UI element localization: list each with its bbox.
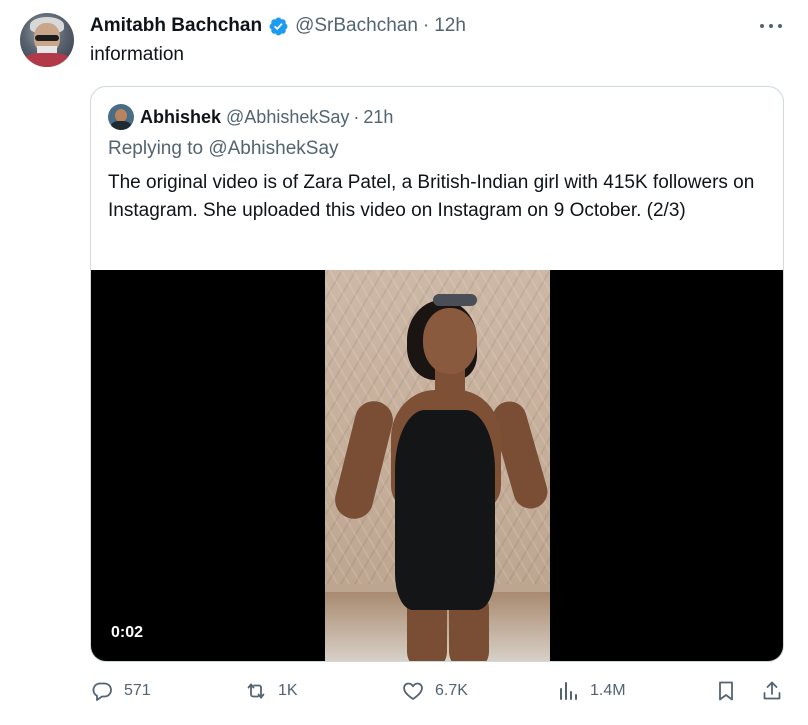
more-icon[interactable]	[760, 17, 782, 35]
views-button[interactable]: 1.4M	[556, 676, 626, 706]
action-bar: 571 1K 6.7K 1.4M	[90, 676, 790, 706]
replying-to: Replying to @AbhishekSay	[108, 138, 339, 159]
repost-icon	[247, 683, 265, 699]
repost-count: 1K	[278, 682, 298, 699]
tweet[interactable]: Amitabh Bachchan @SrBachchan · 12h infor…	[0, 0, 808, 725]
quoted-tweet-text: The original video is of Zara Patel, a B…	[108, 172, 755, 221]
video-frame	[325, 270, 550, 661]
quoted-header-separator: ·	[353, 106, 360, 127]
author-avatar[interactable]	[20, 13, 74, 67]
like-button[interactable]: 6.7K	[401, 676, 468, 706]
bookmark-button[interactable]	[714, 676, 738, 706]
views-icon	[560, 682, 577, 700]
quoted-author-handle: @AbhishekSay	[226, 106, 350, 127]
share-icon	[763, 681, 781, 700]
quoted-tweet[interactable]: Abhishek @AbhishekSay · 21h Replying to …	[90, 86, 784, 662]
bookmark-icon	[719, 681, 733, 701]
repost-button[interactable]: 1K	[244, 676, 298, 706]
verified-badge-icon	[269, 17, 288, 35]
reply-button[interactable]: 571	[90, 676, 151, 706]
reply-count: 571	[124, 682, 151, 699]
header-separator: ·	[422, 15, 430, 36]
tweet-header: Amitabh Bachchan @SrBachchan · 12h	[90, 14, 466, 38]
quoted-author-avatar	[108, 104, 134, 130]
author-handle[interactable]: @SrBachchan	[295, 15, 418, 37]
quoted-tweet-header: Abhishek @AbhishekSay · 21h	[140, 105, 393, 129]
tweet-timestamp[interactable]: 12h	[434, 15, 466, 37]
views-count: 1.4M	[590, 682, 626, 699]
author-name[interactable]: Amitabh Bachchan	[90, 15, 262, 37]
reply-icon	[92, 682, 112, 701]
tweet-text: information	[90, 44, 184, 65]
like-count: 6.7K	[435, 682, 468, 699]
video-player[interactable]: 0:02	[91, 270, 783, 661]
like-icon	[403, 682, 423, 700]
quoted-timestamp: 21h	[363, 106, 394, 127]
share-button[interactable]	[760, 676, 784, 706]
video-duration: 0:02	[111, 624, 144, 641]
quoted-author-name: Abhishek	[140, 106, 222, 127]
